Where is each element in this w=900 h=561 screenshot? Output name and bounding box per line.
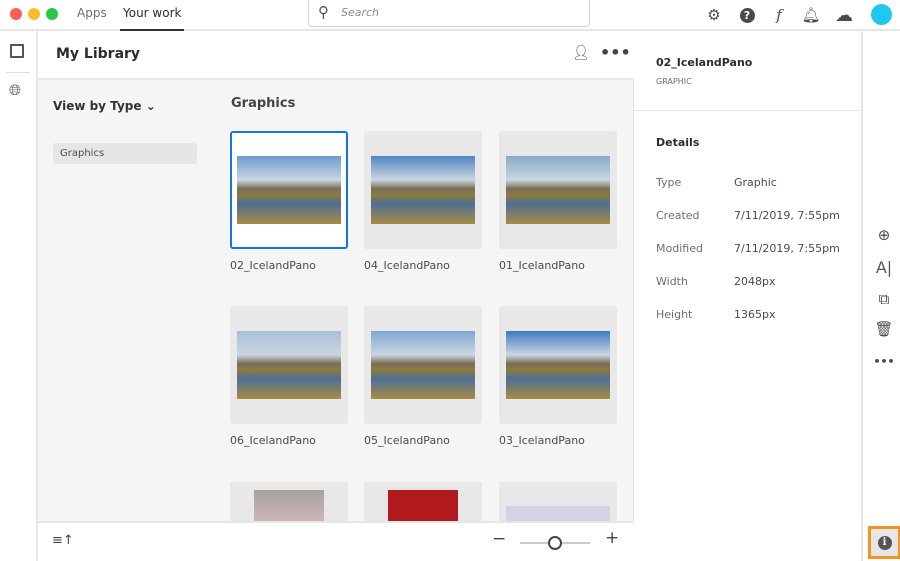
trash-icon[interactable]: 🗑︎ (874, 319, 894, 339)
asset-card[interactable] (499, 131, 617, 249)
asset-card[interactable] (499, 306, 617, 424)
section-heading: Graphics (231, 96, 295, 111)
minimize-window-button[interactable] (28, 8, 40, 20)
view-by-label: View by Type (53, 99, 142, 113)
asset-label: 04_IcelandPano (364, 259, 450, 272)
details-heading: Details (656, 136, 699, 149)
thumbnail-image (237, 331, 341, 399)
asset-card[interactable] (364, 131, 482, 249)
more-icon[interactable]: ••• (874, 351, 894, 371)
right-rail: ⊕ A| ⧉ 🗑︎ ••• i (861, 31, 900, 561)
asset-card[interactable] (364, 482, 482, 521)
page-title: My Library (56, 46, 140, 62)
search-input[interactable]: ⚲ Search (308, 0, 590, 27)
library-panel: My Library 👤︎ ••• View by Type ⌄ Graphic… (38, 31, 634, 561)
detail-value: 7/11/2019, 7:55pm (734, 242, 840, 255)
text-icon[interactable]: A| (874, 257, 894, 277)
asset-label: 03_IcelandPano (499, 434, 585, 447)
libraries-icon[interactable] (10, 44, 24, 58)
zoom-slider-handle[interactable] (548, 536, 562, 550)
chevron-down-icon: ⌄ (146, 99, 156, 113)
asset-label: 06_IcelandPano (230, 434, 316, 447)
thumbnail-image (506, 331, 610, 399)
maximize-window-button[interactable] (46, 8, 58, 20)
library-header: My Library 👤︎ ••• (38, 31, 634, 80)
add-icon[interactable]: ⊕ (874, 225, 894, 245)
bell-icon[interactable]: 🔔︎ (801, 5, 821, 25)
detail-label: Height (656, 308, 692, 321)
zoom-in-button[interactable]: + (605, 528, 619, 548)
tab-apps[interactable]: Apps (77, 6, 107, 20)
sort-icon[interactable]: ≡↑ (52, 533, 74, 548)
view-by-dropdown[interactable]: View by Type ⌄ (53, 99, 156, 113)
detail-value: 7/11/2019, 7:55pm (734, 209, 840, 222)
asset-name: 02_IcelandPano (656, 56, 752, 69)
gear-icon[interactable]: ⚙ (704, 5, 724, 25)
left-rail: 🌐︎ (0, 31, 38, 561)
detail-label: Width (656, 275, 688, 288)
asset-card[interactable] (364, 306, 482, 424)
asset-card[interactable] (230, 482, 348, 521)
asset-label: 05_IcelandPano (364, 434, 450, 447)
title-bar: Apps Your work ⚲ Search ⚙ ? f 🔔︎ ☁ (0, 0, 900, 31)
info-button[interactable]: i (868, 526, 900, 559)
detail-label: Type (656, 176, 681, 189)
detail-label: Modified (656, 242, 703, 255)
asset-label: 01_IcelandPano (499, 259, 585, 272)
avatar[interactable] (871, 4, 892, 25)
detail-value: 2048px (734, 275, 776, 288)
thumbnail-image (371, 331, 475, 399)
asset-card[interactable] (230, 131, 348, 249)
search-icon: ⚲ (318, 3, 329, 21)
divider (634, 110, 861, 111)
thumbnail-image (237, 156, 341, 224)
zoom-out-button[interactable]: − (492, 529, 506, 549)
duplicate-icon[interactable]: ⧉ (874, 289, 894, 309)
library-footer: ≡↑ − + (38, 521, 634, 561)
filter-graphics[interactable]: Graphics (53, 143, 197, 164)
invite-user-icon[interactable]: 👤︎ (572, 45, 590, 61)
detail-value: 1365px (734, 308, 776, 321)
details-panel: 02_IcelandPano GRAPHIC Details Type Graph… (634, 31, 861, 561)
thumbnail-image (371, 156, 475, 224)
more-icon[interactable]: ••• (600, 43, 631, 62)
divider (6, 72, 30, 73)
detail-label: Created (656, 209, 700, 222)
info-icon: i (878, 536, 892, 550)
cloud-icon[interactable]: ☁ (834, 5, 854, 25)
asset-kind: GRAPHIC (656, 77, 692, 86)
search-placeholder: Search (341, 6, 379, 19)
tab-your-work[interactable]: Your work (123, 6, 181, 20)
asset-label: 02_IcelandPano (230, 259, 316, 272)
fonts-icon[interactable]: f (769, 5, 789, 25)
detail-value: Graphic (734, 176, 777, 189)
thumbnail-image (506, 156, 610, 224)
asset-card[interactable] (230, 306, 348, 424)
globe-icon[interactable]: 🌐︎ (9, 81, 21, 99)
close-window-button[interactable] (10, 8, 22, 20)
help-icon[interactable]: ? (737, 5, 757, 25)
asset-card[interactable] (499, 482, 617, 521)
